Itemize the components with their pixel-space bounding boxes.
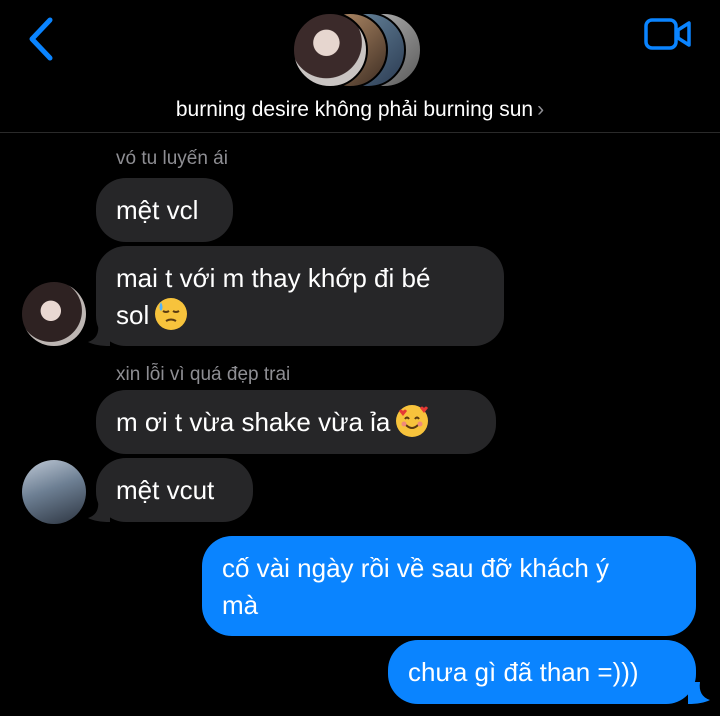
- message-text: m ơi t vừa shake vừa ỉa: [116, 407, 391, 437]
- message-text: cố vài ngày rồi về sau đỡ khách ý: [222, 553, 610, 583]
- message-text: sol: [116, 300, 150, 330]
- bubble-tail: [88, 324, 110, 346]
- sender-name: vó tu luyến ái: [116, 148, 228, 169]
- message-text: chưa gì đã than =))): [408, 657, 639, 687]
- message-text: mai t với m thay khớp đi bé: [116, 263, 431, 293]
- chevron-right-icon: ›: [537, 98, 545, 121]
- message-bubble-incoming[interactable]: mai t với m thay khớp đi bé sol: [96, 246, 504, 346]
- bubble-tail: [88, 500, 110, 522]
- group-avatars[interactable]: [290, 12, 440, 90]
- smiling-face-with-hearts-icon: [396, 405, 429, 437]
- message-bubble-incoming[interactable]: m ơi t vừa shake vừa ỉa: [96, 390, 496, 454]
- avatar[interactable]: [22, 282, 86, 346]
- avatar: [292, 12, 368, 88]
- message-bubble-incoming[interactable]: mệt vcl: [96, 178, 233, 242]
- video-camera-icon[interactable]: [644, 16, 692, 52]
- group-name-label: burning desire không phải burning sun: [175, 98, 534, 121]
- message-bubble-outgoing[interactable]: chưa gì đã than =))): [388, 640, 696, 704]
- message-bubble-outgoing[interactable]: cố vài ngày rồi về sau đỡ khách ý mà: [202, 536, 696, 636]
- sender-name: xin lỗi vì quá đẹp trai: [116, 364, 291, 385]
- message-text: mệt vcl: [116, 195, 199, 225]
- group-name[interactable]: burning desire không phải burning sun ›: [0, 98, 720, 122]
- message-bubble-incoming[interactable]: mệt vcut: [96, 458, 253, 522]
- chevron-left-icon[interactable]: [22, 14, 62, 64]
- message-text: mà: [222, 590, 259, 620]
- bubble-tail: [688, 682, 710, 704]
- sweat-face-icon: [155, 298, 188, 330]
- conversation-header: burning desire không phải burning sun ›: [0, 0, 720, 133]
- avatar[interactable]: [22, 460, 86, 524]
- message-text: mệt vcut: [116, 475, 215, 505]
